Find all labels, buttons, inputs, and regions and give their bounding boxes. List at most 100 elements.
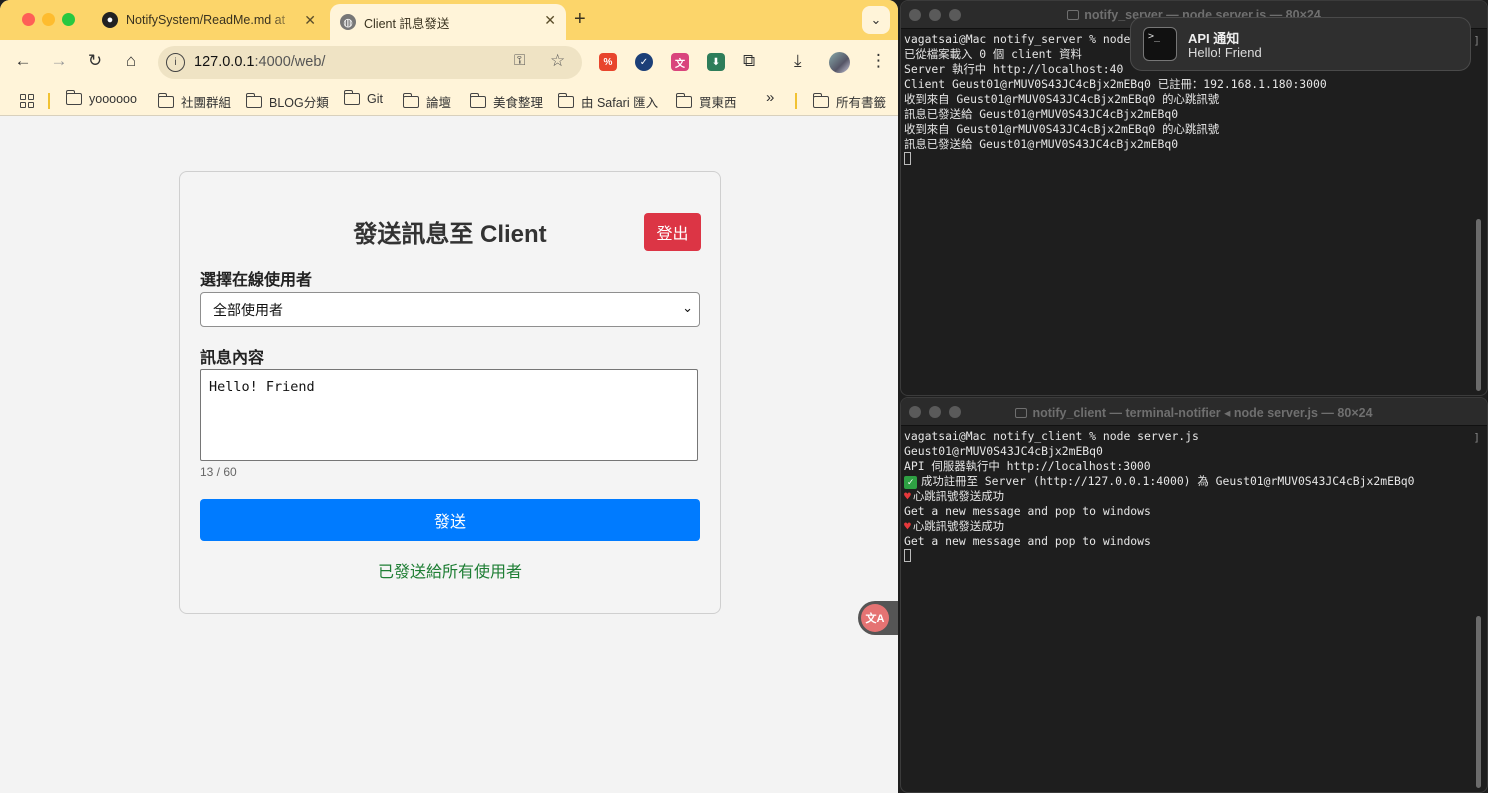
site-info-icon[interactable]: i: [166, 53, 185, 72]
reload-icon[interactable]: ↻: [83, 51, 107, 71]
tab-client[interactable]: ◍ Client 訊息發送 ✕: [330, 4, 566, 40]
heart-icon: ♥: [904, 489, 911, 503]
forward-icon[interactable]: →: [47, 51, 71, 71]
new-tab-icon[interactable]: +: [574, 8, 586, 31]
address-bar[interactable]: i 127.0.0.1:4000/web/ ⚿ ☆: [158, 46, 582, 79]
page-content: 發送訊息至 Client 登出 選擇在線使用者 全部使用者 ⌄ 訊息內容 Hel…: [0, 117, 898, 793]
folder-icon: [675, 92, 692, 108]
folder-icon: [343, 90, 360, 105]
terminal-output[interactable]: vagatsai@Mac notify_client % node server…: [904, 429, 1474, 564]
chevron-down-icon: ⌄: [682, 301, 693, 316]
terminal-client-window: notify_client — terminal-notifier ◂ node…: [900, 397, 1488, 793]
terminal-line: Geust01@rMUV0S43JC4cBjx2mEBq0: [904, 444, 1103, 458]
bookmark-folder[interactable]: 論壇: [402, 92, 451, 111]
menu-kebab-icon[interactable]: ⋮: [870, 51, 887, 71]
translate-icon: 文A: [861, 604, 889, 632]
tab-search-icon[interactable]: ⌄: [862, 6, 890, 34]
terminal-line: Client Geust01@rMUV0S43JC4cBjx2mEBq0 已註冊…: [904, 77, 1327, 91]
password-key-icon[interactable]: ⚿: [514, 52, 525, 69]
terminal-scrollbar[interactable]: [1476, 616, 1481, 788]
extensions-puzzle-icon[interactable]: ⧉: [743, 51, 755, 71]
close-tab-icon[interactable]: ✕: [544, 12, 556, 29]
notification-body: Hello! Friend: [1188, 45, 1262, 60]
bookmarks-bar: yoooooo 社團群組 BLOG分類 Git 論壇 美食整理 由 Safari…: [0, 86, 898, 116]
home-icon[interactable]: ⌂: [119, 51, 143, 71]
globe-icon: ◍: [340, 14, 356, 30]
terminal-line: 訊息已發送給 Geust01@rMUV0S43JC4cBjx2mEBq0: [904, 137, 1179, 151]
bookmark-folder[interactable]: 買東西: [675, 92, 737, 111]
folder-icon: [812, 92, 829, 108]
extension-download-icon[interactable]: ⬇: [707, 53, 725, 71]
terminal-titlebar[interactable]: notify_client — terminal-notifier ◂ node…: [901, 398, 1487, 426]
bookmark-star-icon[interactable]: ☆: [550, 51, 565, 71]
logout-button[interactable]: 登出: [644, 213, 701, 251]
user-select[interactable]: 全部使用者 ⌄: [200, 292, 700, 327]
tab-bar: ● NotifySystem/ReadMe.md at ✕ ◍ Client 訊…: [0, 0, 898, 40]
terminal-line: API 伺服器執行中 http://localhost:3000: [904, 459, 1151, 473]
zoom-window-button[interactable]: [62, 13, 75, 26]
folder-icon: [402, 92, 419, 108]
check-mark-icon: ✓: [904, 476, 917, 489]
tab-readme[interactable]: ● NotifySystem/ReadMe.md at ✕: [96, 4, 326, 36]
folder-icon: [65, 90, 82, 105]
tab-title: NotifySystem/ReadMe.md at: [126, 13, 286, 27]
extension-percent-icon[interactable]: %: [599, 53, 617, 71]
screen: ● NotifySystem/ReadMe.md at ✕ ◍ Client 訊…: [0, 0, 1488, 793]
extension-check-icon[interactable]: ✓: [635, 53, 653, 71]
bookmarks-overflow-icon[interactable]: »: [766, 89, 774, 106]
terminal-scrollbar[interactable]: [1476, 219, 1481, 391]
user-select-label: 選擇在線使用者: [200, 270, 313, 289]
all-bookmarks-folder[interactable]: 所有書籤: [812, 92, 886, 111]
user-select-value: 全部使用者: [213, 302, 283, 319]
send-button[interactable]: 發送: [200, 499, 700, 541]
folder-icon: [469, 92, 486, 108]
url-text[interactable]: 127.0.0.1:4000/web/: [194, 54, 325, 70]
terminal-title: notify_client — terminal-notifier ◂ node…: [1032, 406, 1373, 420]
close-window-button[interactable]: [22, 13, 35, 26]
terminal-line: Get a new message and pop to windows: [904, 504, 1151, 518]
terminal-line: Get a new message and pop to windows: [904, 534, 1151, 548]
char-counter: 13 / 60: [200, 465, 237, 479]
terminal-line: vagatsai@Mac notify_client % node server…: [904, 429, 1199, 443]
status-message: 已發送給所有使用者: [377, 562, 522, 581]
close-tab-icon[interactable]: ✕: [304, 12, 316, 29]
terminal-line: 收到來自 Geust01@rMUV0S43JC4cBjx2mEBq0 的心跳訊號: [904, 122, 1220, 136]
apps-grid-icon[interactable]: [20, 94, 34, 108]
heart-icon: ♥: [904, 519, 911, 533]
folder-icon: [1015, 408, 1028, 418]
tab-title: Client 訊息發送: [364, 16, 450, 31]
terminal-line: 收到來自 Geust01@rMUV0S43JC4cBjx2mEBq0 的心跳訊號: [904, 92, 1220, 106]
folder-icon: [557, 92, 574, 108]
toolbar: ← → ↻ ⌂ i 127.0.0.1:4000/web/ ⚿ ☆ % ✓ 文 …: [0, 40, 898, 86]
bookmark-folder[interactable]: 美食整理: [469, 92, 543, 111]
system-notification[interactable]: >_ API 通知 Hello! Friend: [1130, 17, 1471, 71]
terminal-line: ✓ 成功註冊至 Server (http://127.0.0.1:4000) 為 …: [904, 474, 1474, 489]
downloads-icon[interactable]: ⤓: [794, 51, 802, 71]
profile-avatar[interactable]: [829, 52, 850, 73]
folder-icon: [1067, 10, 1080, 20]
terminal-line: ♥ 心跳訊號發送成功: [904, 489, 1004, 503]
send-message-card: 發送訊息至 Client 登出 選擇在線使用者 全部使用者 ⌄ 訊息內容 Hel…: [179, 171, 721, 614]
github-icon: ●: [102, 12, 118, 28]
folder-icon: [157, 92, 174, 108]
browser-window: ● NotifySystem/ReadMe.md at ✕ ◍ Client 訊…: [0, 0, 898, 793]
bookmark-folder[interactable]: yoooooo: [65, 90, 137, 106]
bookmark-folder[interactable]: BLOG分類: [245, 92, 329, 111]
terminal-line: 訊息已發送給 Geust01@rMUV0S43JC4cBjx2mEBq0: [904, 107, 1179, 121]
minimize-window-button[interactable]: [42, 13, 55, 26]
scroll-marker: ]: [1473, 34, 1480, 47]
message-label: 訊息內容: [200, 348, 265, 367]
folder-icon: [245, 92, 262, 108]
terminal-line: ♥ 心跳訊號發送成功: [904, 519, 1004, 533]
extension-translate-icon[interactable]: 文: [671, 53, 689, 71]
back-icon[interactable]: ←: [11, 51, 35, 71]
scroll-marker: ]: [1473, 431, 1480, 444]
translate-floating-button[interactable]: 文A: [858, 601, 898, 635]
bookmark-folder[interactable]: 社團群組: [157, 92, 231, 111]
message-textarea[interactable]: Hello! Friend: [200, 369, 698, 461]
bookmark-folder[interactable]: Git: [343, 90, 383, 106]
terminal-icon: >_: [1143, 27, 1177, 61]
bookmark-folder[interactable]: 由 Safari 匯入: [557, 92, 658, 111]
page-title: 發送訊息至 Client: [353, 221, 547, 248]
terminal-cursor: [904, 549, 911, 562]
